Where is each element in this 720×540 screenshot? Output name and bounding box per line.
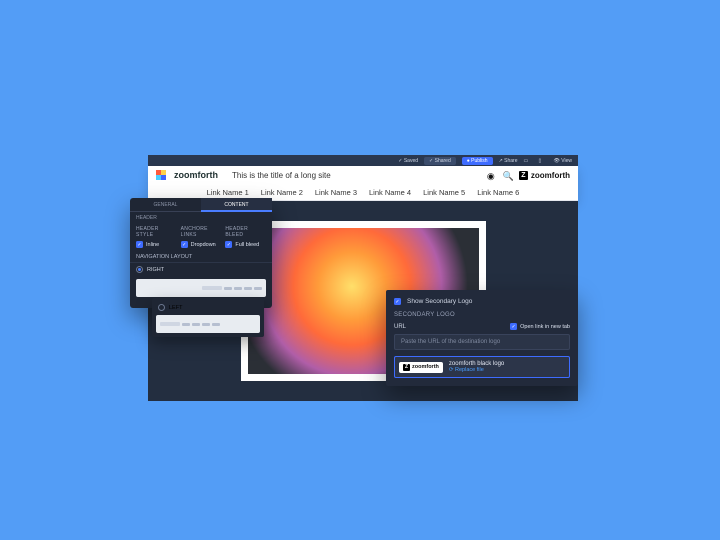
layout-left-option[interactable]: LEFT xyxy=(156,302,260,315)
topbar-view[interactable]: 👁 View xyxy=(554,158,573,164)
replace-file-link[interactable]: ⟳ Replace file xyxy=(449,367,504,373)
radio-icon xyxy=(136,266,143,273)
tab-general[interactable]: GENERAL xyxy=(130,198,201,212)
secondary-logo[interactable]: Z zoomforth xyxy=(519,171,570,180)
style-panel: GENERAL CONTENT HEADER HEADER STYLE ✓Inl… xyxy=(130,198,272,308)
nav-link[interactable]: Link Name 4 xyxy=(369,188,411,197)
nav-link[interactable]: Link Name 6 xyxy=(477,188,519,197)
nav-link[interactable]: Link Name 2 xyxy=(261,188,303,197)
inline-checkbox[interactable]: ✓Inline xyxy=(136,241,177,248)
url-input[interactable]: Paste the URL of the destination logo xyxy=(394,334,570,350)
app-topbar: ✓ Saved ✓ Shared ● Publish ↗ Share ▭ ▯ 👁… xyxy=(148,155,578,166)
secondary-logo-icon: Z xyxy=(519,171,528,180)
topbar-item[interactable]: ✓ Saved xyxy=(398,158,418,164)
primary-brand: zoomforth xyxy=(174,170,218,180)
panel-subhead: HEADER xyxy=(130,212,272,222)
url-label: URL xyxy=(394,324,406,330)
col-head: ANCHORE LINKS xyxy=(181,226,222,238)
nav-layout-head: NAVIGATION LAYOUT xyxy=(130,250,272,262)
show-secondary-toggle[interactable]: ✓Show Secondary Logo xyxy=(394,298,570,305)
col-head: HEADER BLEED xyxy=(225,226,266,238)
dropdown-checkbox[interactable]: ✓Dropdown xyxy=(181,241,222,248)
nav-link[interactable]: Link Name 5 xyxy=(423,188,465,197)
topbar-publish[interactable]: ● Publish xyxy=(462,157,493,165)
radio-icon xyxy=(158,304,165,311)
page-title: This is the title of a long site xyxy=(232,171,331,180)
layout-preview-left xyxy=(156,315,260,333)
col-head: HEADER STYLE xyxy=(136,226,177,238)
nav-link[interactable]: Link Name 3 xyxy=(315,188,357,197)
layout-preview-right xyxy=(136,279,266,297)
secondary-logo-panel: ✓Show Secondary Logo SECONDARY LOGO URL … xyxy=(386,290,578,386)
nav-link[interactable]: Link Name 1 xyxy=(207,188,249,197)
newtab-checkbox[interactable]: ✓Open link in new tab xyxy=(510,323,570,330)
facebook-icon[interactable]: ◉ xyxy=(487,171,495,179)
file-thumb: Zzoomforth xyxy=(399,362,443,373)
logo-file-row[interactable]: Zzoomforth zoomforth black logo ⟳ Replac… xyxy=(394,356,570,378)
fullbleed-checkbox[interactable]: ✓Full bleed xyxy=(225,241,266,248)
desktop-icon[interactable]: ▭ xyxy=(524,158,533,164)
topbar-item[interactable]: ↗ Share xyxy=(499,158,518,164)
primary-logo-icon xyxy=(156,170,166,180)
secondary-logo-head: SECONDARY LOGO xyxy=(394,312,570,318)
tab-content[interactable]: CONTENT xyxy=(201,198,272,212)
topbar-item[interactable]: ✓ Shared xyxy=(424,157,456,165)
site-header: zoomforth This is the title of a long si… xyxy=(148,166,578,201)
mobile-icon[interactable]: ▯ xyxy=(539,158,548,164)
search-icon[interactable]: 🔍 xyxy=(503,171,511,179)
style-panel-continued: LEFT xyxy=(152,298,264,337)
layout-right-option[interactable]: RIGHT xyxy=(130,262,272,276)
